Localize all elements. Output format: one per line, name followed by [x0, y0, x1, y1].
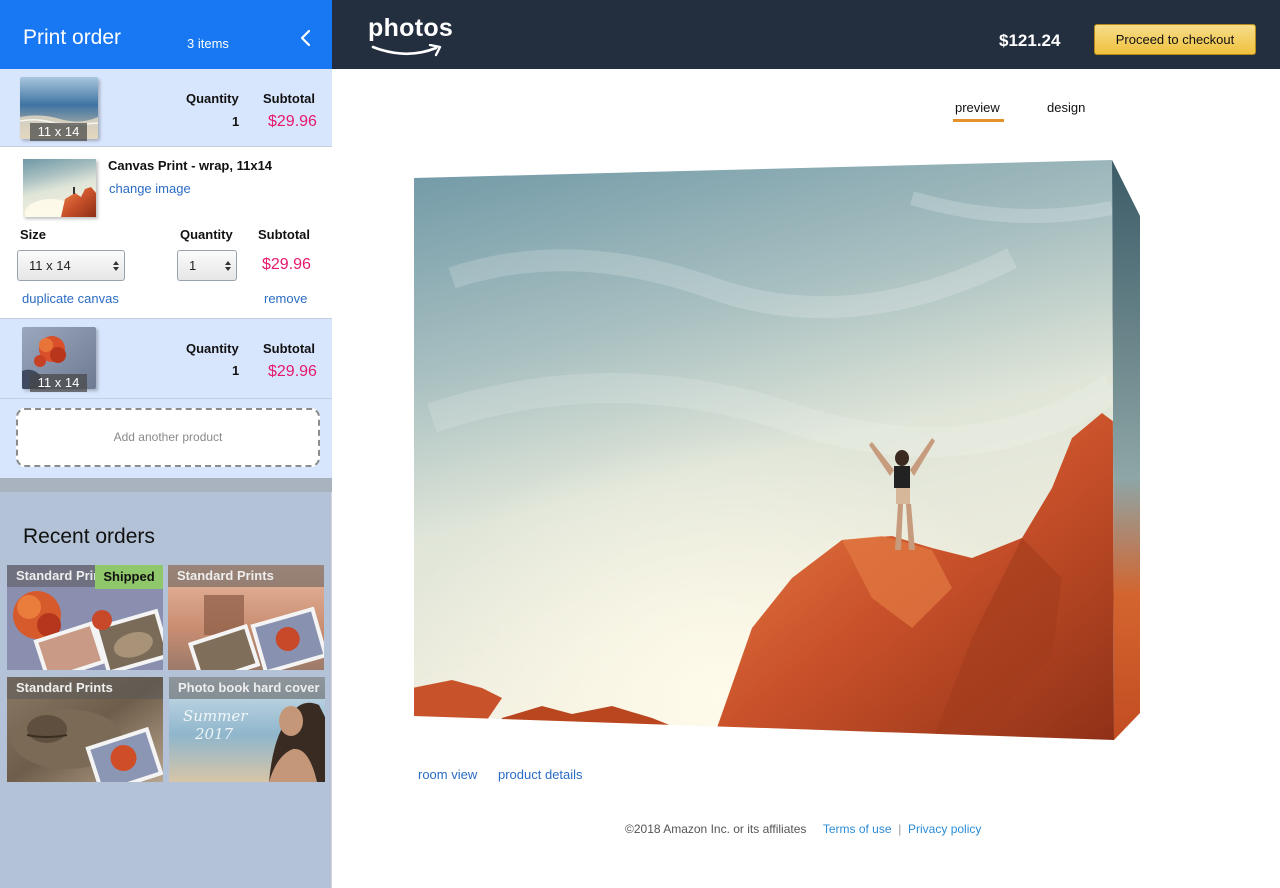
- quantity-label: Quantity: [186, 91, 239, 106]
- product-name: Canvas Print - wrap, 11x14: [108, 158, 273, 173]
- chevron-left-icon[interactable]: [296, 28, 316, 48]
- size-badge: 11 x 14: [30, 374, 87, 392]
- terms-of-use-link[interactable]: Terms of use: [823, 822, 892, 836]
- select-arrows-icon: [113, 261, 119, 271]
- select-arrows-icon: [225, 261, 231, 271]
- top-bar: photos $121.24 Proceed to checkout: [332, 0, 1280, 69]
- footer: ©2018 Amazon Inc. or its affiliates Term…: [625, 822, 981, 836]
- sidebar-divider: [0, 478, 332, 492]
- product-details-link[interactable]: product details: [498, 767, 583, 782]
- sidebar-header: Print order 3 items: [0, 0, 332, 69]
- duplicate-canvas-link[interactable]: duplicate canvas: [22, 291, 119, 306]
- size-label: Size: [20, 227, 47, 242]
- tab-design[interactable]: design: [1047, 100, 1085, 115]
- tab-preview[interactable]: preview: [955, 100, 1000, 115]
- recent-order-tile[interactable]: Standard Prints: [168, 565, 324, 670]
- quantity-select-value: 1: [189, 258, 197, 273]
- copyright-text: ©2018 Amazon Inc. or its affiliates: [625, 822, 807, 836]
- size-select-value: 11 x 14: [29, 258, 71, 273]
- recent-order-tile[interactable]: Summer 2017 Photo book hard cover: [169, 677, 325, 782]
- remove-link[interactable]: remove: [264, 291, 307, 306]
- cover-text: 2017: [194, 725, 234, 743]
- photos-logo[interactable]: photos: [368, 14, 453, 60]
- recent-order-label: Standard Prints: [168, 565, 324, 587]
- item-count: 3 items: [187, 36, 229, 51]
- recent-order-label: Standard Prints: [7, 677, 163, 699]
- room-view-link[interactable]: room view: [418, 767, 477, 782]
- add-product-area: Add another product: [0, 399, 332, 478]
- order-item-1[interactable]: 11 x 14 Quantity 1 Subtotal $29.96: [0, 69, 332, 147]
- subtotal-value: $29.96: [268, 363, 317, 380]
- print-order-sidebar: Print order 3 items 11 x 14 Quantity 1 S…: [0, 0, 332, 888]
- order-item-3[interactable]: 11 x 14 Quantity 1 Subtotal $29.96: [0, 319, 332, 399]
- item-thumbnail: [23, 159, 96, 217]
- subtotal-label: Subtotal: [263, 91, 315, 106]
- sidebar-title: Print order: [23, 26, 122, 49]
- recent-order-tile[interactable]: Standard Prints Shipped: [7, 565, 163, 670]
- active-tab-indicator: [953, 119, 1004, 122]
- subtotal-label: Subtotal: [263, 341, 315, 356]
- change-image-link[interactable]: change image: [109, 181, 191, 196]
- recent-orders-title: Recent orders: [23, 525, 155, 548]
- size-select[interactable]: 11 x 14: [17, 250, 125, 281]
- subtotal-value: $29.96: [268, 113, 317, 130]
- quantity-label: Quantity: [180, 227, 233, 242]
- logo-text: photos: [368, 14, 454, 42]
- privacy-policy-link[interactable]: Privacy policy: [908, 822, 981, 836]
- order-total: $121.24: [999, 31, 1061, 50]
- smile-arrow-icon: [371, 44, 442, 57]
- cover-text: Summer: [183, 707, 248, 725]
- footer-separator: |: [898, 822, 902, 836]
- shipped-badge: Shipped: [95, 565, 163, 589]
- order-item-2-expanded: Canvas Print - wrap, 11x14 change image …: [0, 147, 332, 319]
- quantity-value: 1: [232, 114, 240, 129]
- add-product-button[interactable]: Add another product: [16, 408, 320, 467]
- quantity-label: Quantity: [186, 341, 239, 356]
- recent-order-tile[interactable]: Standard Prints: [7, 677, 163, 782]
- quantity-select[interactable]: 1: [177, 250, 237, 281]
- canvas-preview-image: [414, 160, 1140, 740]
- subtotal-value: $29.96: [262, 256, 311, 273]
- quantity-value: 1: [232, 363, 240, 378]
- proceed-to-checkout-button[interactable]: Proceed to checkout: [1094, 24, 1256, 55]
- subtotal-label: Subtotal: [258, 227, 310, 242]
- recent-order-label: Photo book hard cover: [169, 677, 325, 699]
- size-badge: 11 x 14: [30, 123, 87, 141]
